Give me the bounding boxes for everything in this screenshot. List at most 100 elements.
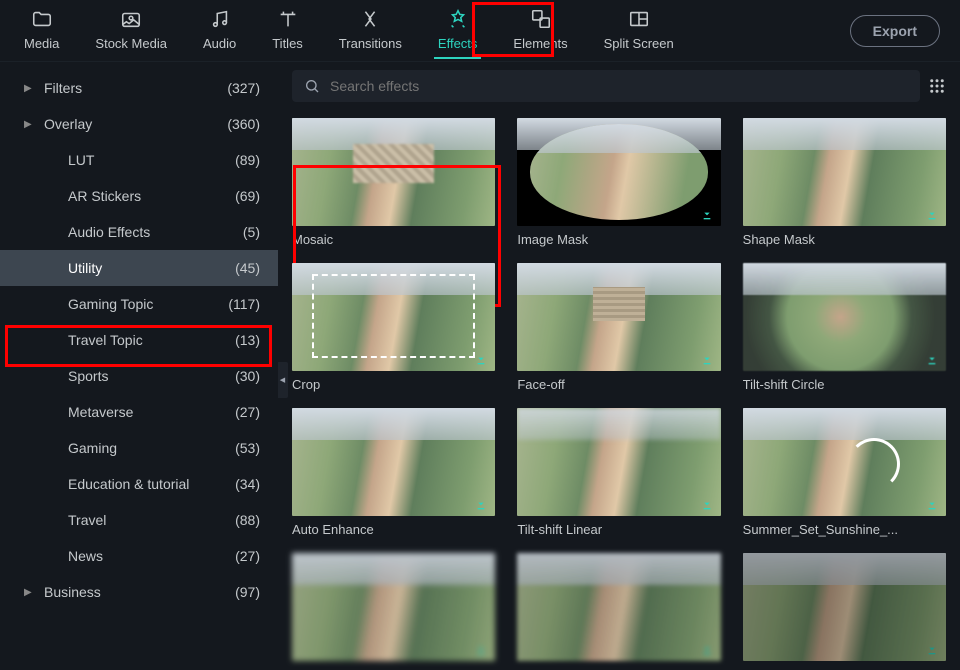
sidebar-item-lut[interactable]: LUT (89) [0,142,278,178]
tab-label: Split Screen [604,36,674,51]
effect-thumbnail [292,408,495,516]
sidebar-item-label: AR Stickers [68,188,235,204]
effect-card-tilt-shift-circle[interactable]: Tilt-shift Circle [743,263,946,392]
effect-title: Tilt-shift Circle [743,377,946,392]
search-icon [304,78,320,94]
effect-card-auto-enhance[interactable]: Auto Enhance [292,408,495,537]
sidebar-item-label: LUT [68,152,235,168]
effect-card-shape-mask[interactable]: Shape Mask [743,118,946,247]
effect-title: Crop [292,377,495,392]
download-icon [473,496,489,512]
effect-title: Summer_Set_Sunshine_... [743,522,946,537]
effect-card-tilt-shift-linear[interactable]: Tilt-shift Linear [517,408,720,537]
sidebar-item-gaming[interactable]: Gaming (53) [0,430,278,466]
tab-effects[interactable]: Effects [434,2,482,59]
split-screen-icon [628,8,650,33]
content-panel: ◀ Mosaic Image Mask Shape Mask Crop [278,62,960,670]
effect-card-mosaic[interactable]: Mosaic [292,118,495,247]
effect-title: Shape Mask [743,232,946,247]
effect-title: Mosaic [292,232,495,247]
sidebar-item-count: (30) [235,368,260,384]
sidebar-item-count: (97) [235,584,260,600]
download-icon [699,641,715,657]
sidebar-item-count: (327) [227,80,260,96]
sidebar-item-count: (69) [235,188,260,204]
grid-view-icon[interactable] [928,77,946,95]
download-icon [924,351,940,367]
tab-elements[interactable]: Elements [509,2,571,59]
search-input[interactable] [330,78,908,94]
sidebar-item-label: Utility [68,260,235,276]
effect-thumbnail [292,263,495,371]
sidebar-item-business[interactable]: ▶ Business (97) [0,574,278,610]
sidebar-item-label: Business [44,584,235,600]
sidebar-item-label: Gaming Topic [68,296,228,312]
tab-label: Titles [272,36,303,51]
sidebar-item-label: Metaverse [68,404,235,420]
effect-thumbnail [292,553,495,661]
sidebar-item-news[interactable]: News (27) [0,538,278,574]
tab-label: Media [24,36,59,51]
sidebar-item-utility[interactable]: Utility (45) [0,250,278,286]
download-icon [473,641,489,657]
sidebar-item-label: Travel Topic [68,332,235,348]
sidebar-item-travel-topic[interactable]: Travel Topic (13) [0,322,278,358]
effect-card-face-off[interactable]: Face-off [517,263,720,392]
tab-stock-media[interactable]: Stock Media [91,2,171,59]
sidebar-item-count: (53) [235,440,260,456]
sidebar-item-filters[interactable]: ▶ Filters (327) [0,70,278,106]
sidebar-item-education-tutorial[interactable]: Education & tutorial (34) [0,466,278,502]
effect-thumbnail [743,263,946,371]
effect-card-untitled[interactable] [743,553,946,667]
sidebar-item-sports[interactable]: Sports (30) [0,358,278,394]
tab-transitions[interactable]: Transitions [335,2,406,59]
sidebar-item-audio-effects[interactable]: Audio Effects (5) [0,214,278,250]
media-icon [31,8,53,33]
search-box[interactable] [292,70,920,102]
effect-title: Tilt-shift Linear [517,522,720,537]
tab-label: Stock Media [95,36,167,51]
effect-thumbnail [743,118,946,226]
effect-card-summer-set-sunshine-[interactable]: Summer_Set_Sunshine_... [743,408,946,537]
effect-title: Face-off [517,377,720,392]
effect-thumbnail [292,118,495,226]
sidebar-item-metaverse[interactable]: Metaverse (27) [0,394,278,430]
effect-card-crop[interactable]: Crop [292,263,495,392]
tab-label: Transitions [339,36,402,51]
sidebar-item-overlay[interactable]: ▶ Overlay (360) [0,106,278,142]
download-icon [699,206,715,222]
effect-card-untitled[interactable] [517,553,720,667]
effect-card-untitled[interactable] [292,553,495,667]
download-icon [699,351,715,367]
sidebar-item-label: Gaming [68,440,235,456]
chevron-right-icon: ▶ [24,83,34,94]
sidebar-item-travel[interactable]: Travel (88) [0,502,278,538]
tab-titles[interactable]: Titles [268,2,307,59]
sidebar-collapse-handle[interactable]: ◀ [278,362,288,398]
tab-label: Elements [513,36,567,51]
sidebar-item-gaming-topic[interactable]: Gaming Topic (117) [0,286,278,322]
sidebar-item-label: Overlay [44,116,227,132]
sidebar-item-label: Travel [68,512,235,528]
effect-card-image-mask[interactable]: Image Mask [517,118,720,247]
sidebar-item-count: (88) [235,512,260,528]
effect-thumbnail [517,263,720,371]
download-icon [699,496,715,512]
sidebar-item-count: (360) [227,116,260,132]
tab-split-screen[interactable]: Split Screen [600,2,678,59]
tab-audio[interactable]: Audio [199,2,240,59]
sidebar-item-label: Filters [44,80,227,96]
sidebar: ▶ Filters (327) ▶ Overlay (360) LUT (89)… [0,62,278,670]
sidebar-item-ar-stickers[interactable]: AR Stickers (69) [0,178,278,214]
sidebar-item-count: (34) [235,476,260,492]
sidebar-item-count: (5) [243,224,260,240]
export-button[interactable]: Export [850,15,940,47]
effect-title: Image Mask [517,232,720,247]
effect-thumbnail [517,118,720,226]
tab-media[interactable]: Media [20,2,63,59]
sidebar-item-label: Audio Effects [68,224,243,240]
tab-label: Audio [203,36,236,51]
stock-media-icon [120,8,142,33]
sidebar-item-count: (13) [235,332,260,348]
tab-label: Effects [438,36,478,51]
